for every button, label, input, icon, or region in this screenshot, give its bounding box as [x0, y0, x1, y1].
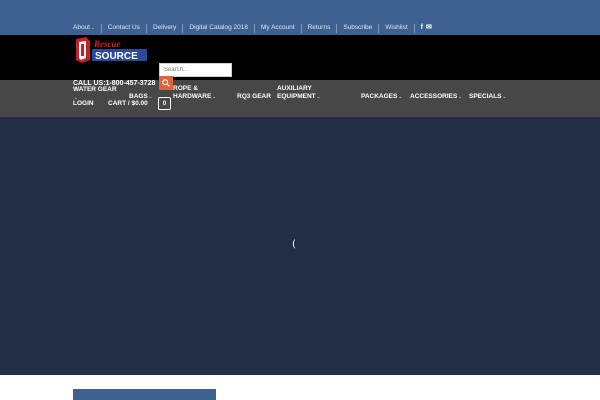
chevron-down-icon: ⌄ — [502, 94, 507, 99]
top-nav-subscribe[interactable]: Subscribe — [337, 22, 378, 34]
svg-text:SOURCE: SOURCE — [95, 51, 138, 62]
nav-accessories[interactable]: ACCESSORIES⌄ — [410, 93, 462, 101]
chevron-down-icon: ⌄ — [398, 94, 403, 99]
chevron-down-icon: ⌄ — [316, 94, 321, 99]
cart-count-badge[interactable]: 0 — [158, 97, 171, 110]
top-nav-contact[interactable]: Contact Us — [102, 22, 146, 34]
top-nav-delivery[interactable]: Delivery — [147, 22, 182, 34]
site-header: Rescue SOURCE — [0, 35, 600, 80]
search-icon — [162, 79, 170, 87]
chevron-down-icon: ⌄ — [148, 94, 153, 99]
top-nav: About⌄ Contact Us Delivery Digital Catal… — [73, 22, 432, 34]
top-nav-about[interactable]: About⌄ — [73, 22, 101, 34]
email-icon[interactable]: ✉ — [426, 22, 432, 34]
nav-packages[interactable]: PACKAGES⌄ — [361, 93, 402, 101]
login-link[interactable]: LOGIN — [73, 100, 94, 108]
social-links: f ✉ — [415, 22, 432, 34]
content-block — [73, 389, 216, 400]
nav-rope-hardware[interactable]: ROPE & HARDWARE⌄ — [173, 85, 216, 101]
facebook-icon[interactable]: f — [421, 22, 423, 34]
loading-spinner: ( — [292, 239, 296, 250]
nav-rq3-gear[interactable]: RQ3 GEAR — [237, 93, 271, 101]
top-nav-returns[interactable]: Returns — [302, 22, 337, 34]
chevron-down-icon: ⌄ — [458, 94, 463, 99]
top-nav-account[interactable]: My Account — [255, 22, 301, 34]
search-input[interactable] — [159, 63, 232, 77]
top-nav-wishlist[interactable]: Wishlist — [379, 22, 413, 34]
nav-auxiliary-equipment[interactable]: AUXILIARY EQUIPMENT⌄ — [277, 85, 320, 101]
top-bar: About⌄ Contact Us Delivery Digital Catal… — [0, 0, 600, 35]
svg-text:Rescue: Rescue — [93, 39, 121, 49]
chevron-down-icon: ⌄ — [212, 94, 217, 99]
search-button[interactable] — [159, 76, 173, 90]
top-nav-catalog[interactable]: Digital Catalog 2018 — [183, 22, 254, 34]
chevron-down-icon: ⌄ — [91, 25, 95, 30]
nav-specials[interactable]: SPECIALS⌄ — [469, 93, 506, 101]
rescue-source-logo[interactable]: Rescue SOURCE — [73, 36, 149, 64]
hero-banner: ( — [0, 117, 600, 375]
cart-link[interactable]: CART / $0.00 — [108, 100, 148, 108]
